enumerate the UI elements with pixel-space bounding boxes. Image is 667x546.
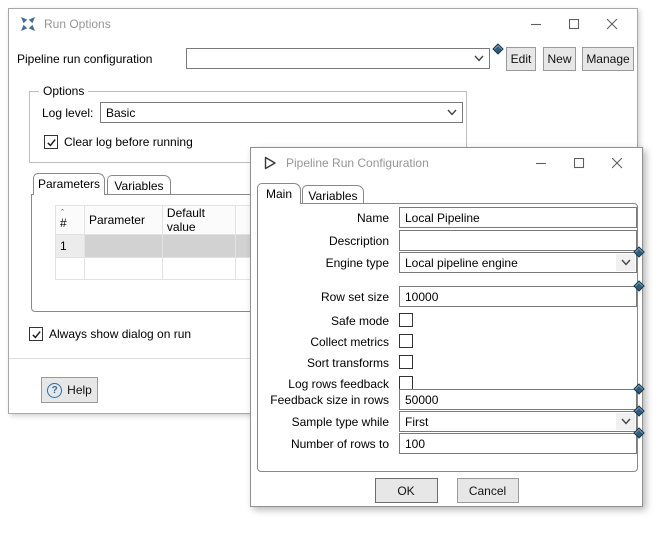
name-label: Name [258, 207, 394, 228]
default-value-cell[interactable] [162, 258, 235, 280]
sample-type-combo[interactable]: First [399, 411, 637, 432]
name-row: Name [258, 207, 637, 228]
row-set-size-row: Row set size [258, 286, 637, 307]
description-label: Description [258, 230, 394, 251]
feedback-size-row: Feedback size in rows [258, 389, 637, 410]
clear-log-label: Clear log before running [64, 135, 193, 149]
manage-button[interactable]: Manage [582, 47, 634, 71]
column-header-num[interactable]: ˆ# [56, 206, 85, 235]
pipeline-run-config-combo[interactable] [186, 48, 490, 69]
pipeline-run-config-label: Pipeline run configuration [17, 52, 152, 66]
help-question-icon: ? [47, 383, 62, 398]
close-icon[interactable] [598, 148, 636, 178]
safe-mode-checkbox[interactable] [399, 313, 413, 327]
help-button-label: Help [67, 383, 92, 397]
parameter-cell[interactable] [84, 235, 162, 258]
sample-type-value: First [405, 415, 616, 429]
sample-type-row: Sample type while First [258, 411, 637, 432]
chevron-down-icon [469, 50, 488, 67]
log-rows-feedback-checkbox[interactable] [399, 376, 413, 390]
pipeline-config-title: Pipeline Run Configuration [286, 156, 429, 170]
ok-button[interactable]: OK [375, 478, 438, 503]
always-show-row: Always show dialog on run [29, 327, 191, 341]
edit-button[interactable]: Edit [506, 47, 536, 71]
play-triangle-icon [262, 155, 278, 171]
engine-type-combo[interactable]: Local pipeline engine [399, 252, 637, 273]
sort-transforms-label: Sort transforms [258, 352, 394, 373]
number-of-rows-input[interactable] [399, 433, 637, 454]
minimize-icon[interactable] [522, 148, 560, 178]
run-options-titlebar[interactable]: Run Options [9, 9, 637, 39]
run-options-title: Run Options [44, 17, 111, 31]
new-button[interactable]: New [543, 47, 576, 71]
tab-parameters[interactable]: Parameters [33, 173, 105, 195]
default-value-cell[interactable] [162, 235, 235, 258]
row-number-cell[interactable] [56, 258, 85, 280]
checkmark-icon [31, 329, 42, 340]
safe-mode-label: Safe mode [258, 310, 394, 331]
engine-type-value: Local pipeline engine [405, 256, 616, 270]
row-set-size-input[interactable] [399, 286, 637, 307]
close-icon[interactable] [593, 9, 631, 39]
engine-type-label: Engine type [258, 252, 394, 273]
tab-variables[interactable]: Variables [302, 185, 364, 204]
hop-pinwheel-icon [20, 16, 36, 32]
column-header-default-value[interactable]: Default value [162, 206, 235, 235]
engine-type-row: Engine type Local pipeline engine [258, 252, 637, 273]
clear-log-row: Clear log before running [44, 135, 193, 149]
safe-mode-row: Safe mode [258, 310, 637, 331]
pipeline-run-configuration-dialog: Pipeline Run Configuration Main Variable… [250, 147, 643, 507]
feedback-size-input[interactable] [399, 389, 637, 410]
log-level-label: Log level: [42, 106, 93, 120]
always-show-label: Always show dialog on run [49, 327, 191, 341]
feedback-size-label: Feedback size in rows [258, 389, 394, 410]
chevron-down-icon [442, 104, 461, 121]
chevron-down-icon [616, 254, 635, 271]
chevron-down-icon [616, 413, 635, 430]
name-input[interactable] [399, 207, 637, 228]
description-input[interactable] [399, 230, 637, 251]
clear-log-checkbox[interactable] [44, 135, 58, 149]
variable-diamond-icon[interactable] [492, 43, 503, 54]
number-of-rows-label: Number of rows to [258, 433, 394, 454]
tab-main[interactable]: Main [257, 183, 301, 204]
minimize-icon[interactable] [517, 9, 555, 39]
sort-transforms-row: Sort transforms [258, 352, 637, 373]
pipeline-run-config-row: Pipeline run configuration Edit New Mana… [17, 47, 637, 71]
help-button[interactable]: ? Help [41, 377, 98, 403]
dialog-button-bar: OK Cancel [251, 478, 642, 503]
row-set-size-label: Row set size [258, 286, 394, 307]
screenshot-stage: Run Options Pipeline run configuration [0, 0, 667, 546]
collect-metrics-label: Collect metrics [258, 331, 394, 352]
log-level-combo[interactable]: Basic [100, 102, 463, 123]
parameter-cell[interactable] [84, 258, 162, 280]
number-of-rows-row: Number of rows to [258, 433, 637, 454]
row-number-cell[interactable]: 1 [56, 235, 85, 258]
pipeline-config-titlebar[interactable]: Pipeline Run Configuration [251, 148, 642, 178]
tab-variables[interactable]: Variables [107, 175, 171, 195]
maximize-icon[interactable] [560, 148, 598, 178]
options-group-legend: Options [39, 84, 88, 98]
checkmark-icon [46, 137, 57, 148]
main-tab-panel: Name Description Engine type Local pipel… [257, 203, 638, 472]
log-level-value: Basic [106, 106, 442, 120]
maximize-icon[interactable] [555, 9, 593, 39]
collect-metrics-row: Collect metrics [258, 331, 637, 352]
sample-type-label: Sample type while [258, 411, 394, 432]
always-show-checkbox[interactable] [29, 327, 43, 341]
description-row: Description [258, 230, 637, 251]
column-header-parameter[interactable]: Parameter [84, 206, 162, 235]
cancel-button[interactable]: Cancel [457, 478, 519, 503]
collect-metrics-checkbox[interactable] [399, 334, 413, 348]
sort-transforms-checkbox[interactable] [399, 355, 413, 369]
